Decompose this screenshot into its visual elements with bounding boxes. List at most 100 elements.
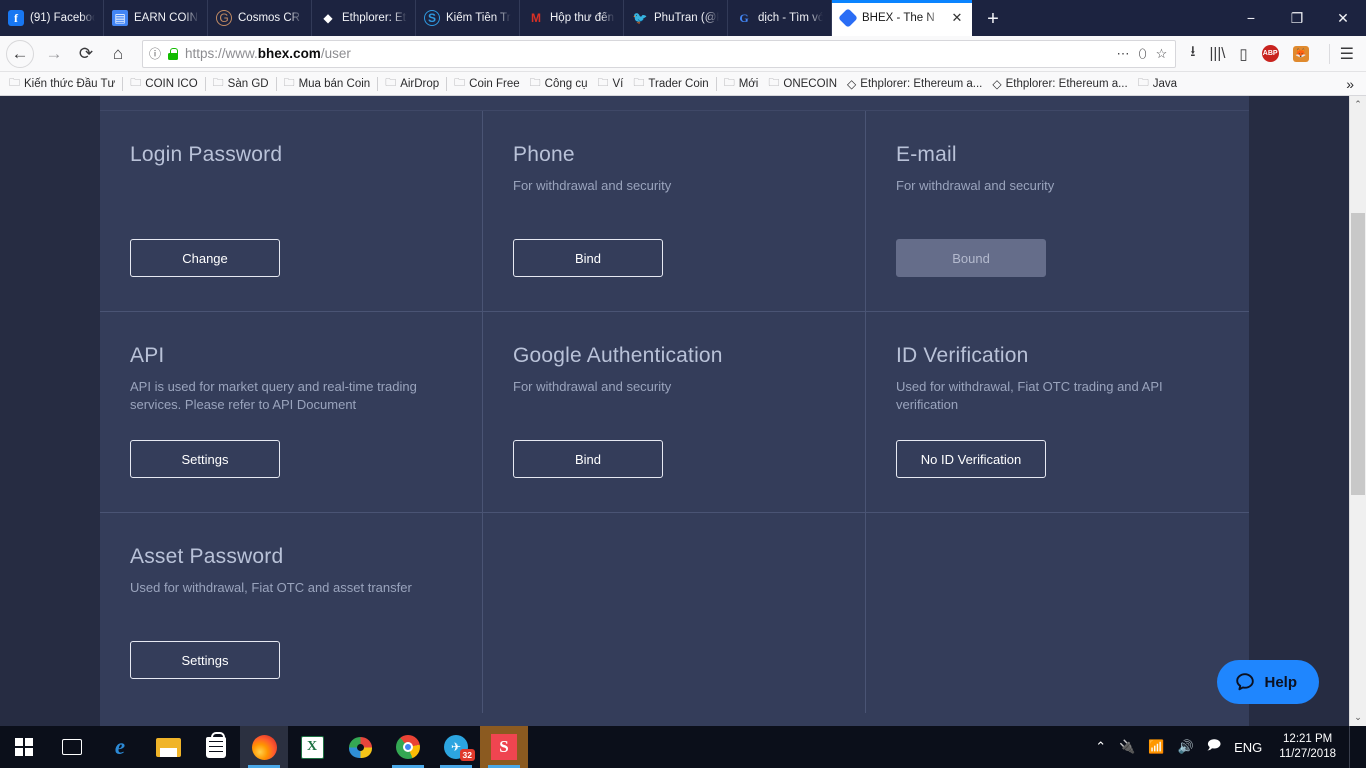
- restore-button[interactable]: ❐: [1274, 0, 1320, 36]
- browser-tab-twitter[interactable]: 🐦 PhuTran (@Phu: [624, 0, 728, 36]
- edge-icon: e: [114, 734, 126, 759]
- scroll-up-icon[interactable]: ⌃: [1350, 96, 1366, 113]
- bookmark-label: AirDrop: [400, 77, 440, 90]
- id-verification-button[interactable]: No ID Verification: [896, 440, 1046, 478]
- bookmarks-overflow-icon[interactable]: »: [1338, 76, 1362, 92]
- store-icon: [206, 731, 226, 758]
- bookmark-item[interactable]: 🗀 Mua bán Coin: [279, 74, 376, 94]
- bookmark-item[interactable]: 🗀 Sàn GD: [208, 74, 274, 94]
- downloads-icon[interactable]: ⭳: [1190, 41, 1195, 66]
- tray-overflow-icon[interactable]: ⌃: [1095, 739, 1106, 755]
- folder-icon: 🗀: [283, 77, 295, 89]
- taskbar-file-explorer[interactable]: [144, 726, 192, 768]
- home-button[interactable]: ⌂: [102, 39, 134, 69]
- bookmark-item[interactable]: 🗀 Java: [1133, 74, 1182, 94]
- change-password-button[interactable]: Change: [130, 239, 280, 277]
- browser-tab-earn-coin-free[interactable]: ▤ EARN COIN FREE: [104, 0, 208, 36]
- folder-icon: 🗀: [633, 77, 645, 89]
- ethereum-icon: ◇: [847, 76, 857, 91]
- card-action: Change: [130, 239, 280, 277]
- taskbar-excel[interactable]: X: [288, 726, 336, 768]
- facebook-icon: f: [8, 10, 24, 26]
- bookmark-item[interactable]: 🗀 Coin Free: [449, 74, 525, 94]
- bookmark-item[interactable]: ◇ Ethplorer: Ethereum a...: [842, 74, 987, 94]
- tab-strip: f (91) Facebook ▤ EARN COIN FREE G Cosmo…: [0, 0, 1366, 36]
- bookmark-item[interactable]: ◇ Ethplorer: Ethereum a...: [987, 74, 1132, 94]
- browser-tab-google-search[interactable]: G dịch - Tìm với G: [728, 0, 832, 36]
- bookmark-item[interactable]: 🗀 Ví: [593, 74, 629, 94]
- bookmark-item[interactable]: 🗀 AirDrop: [380, 74, 444, 94]
- gmail-icon: M: [531, 11, 541, 25]
- taskbar-telegram[interactable]: ✈ 32: [432, 726, 480, 768]
- chrome-icon: [396, 735, 420, 759]
- adblock-plus-icon[interactable]: ABP: [1261, 45, 1279, 62]
- taskbar-chrome[interactable]: [384, 726, 432, 768]
- page-scrollbar[interactable]: ⌃ ⌄: [1349, 96, 1366, 726]
- volume-icon[interactable]: 🔊: [1178, 739, 1194, 755]
- browser-tab-facebook[interactable]: f (91) Facebook: [0, 0, 104, 36]
- window-controls: − ❐ ✕: [1228, 0, 1366, 36]
- bookmark-item[interactable]: 🗀 Kiến thức Đầu Tư: [4, 74, 120, 94]
- browser-tab-kiem-tien[interactable]: S Kiếm Tiền Trên N: [416, 0, 520, 36]
- bookmark-star-icon[interactable]: ☆: [1156, 46, 1168, 62]
- bookmark-item[interactable]: 🗀 COIN ICO: [125, 74, 202, 94]
- reload-button[interactable]: ⟳: [70, 39, 102, 69]
- bookmark-label: Công cụ: [544, 77, 588, 90]
- library-icon[interactable]: |||\: [1210, 45, 1226, 62]
- start-button[interactable]: [0, 726, 48, 768]
- taskbar-edge[interactable]: e: [96, 726, 144, 768]
- sidebar-icon[interactable]: ▯: [1239, 45, 1247, 63]
- site-info-icon[interactable]: ⓘ: [149, 45, 161, 62]
- api-settings-button[interactable]: Settings: [130, 440, 280, 478]
- action-center-icon[interactable]: 🗩: [1207, 736, 1221, 758]
- card-action: No ID Verification: [896, 440, 1046, 478]
- close-icon[interactable]: ✕: [950, 10, 964, 26]
- forward-button[interactable]: →: [38, 39, 70, 69]
- scroll-down-icon[interactable]: ⌄: [1350, 709, 1366, 726]
- wifi-icon[interactable]: 📶: [1148, 739, 1164, 755]
- bind-google-auth-button[interactable]: Bind: [513, 440, 663, 478]
- bookmark-item[interactable]: 🗀 Mới: [719, 74, 764, 94]
- taskbar-s-app[interactable]: S: [480, 726, 528, 768]
- taskbar-firefox[interactable]: [240, 726, 288, 768]
- browser-window: f (91) Facebook ▤ EARN COIN FREE G Cosmo…: [0, 0, 1366, 726]
- bind-phone-button[interactable]: Bind: [513, 239, 663, 277]
- help-widget-button[interactable]: Help: [1217, 660, 1319, 704]
- browser-tab-ethplorer[interactable]: ◆ Ethplorer: Ethere: [312, 0, 416, 36]
- card-action: Bind: [513, 239, 663, 277]
- address-bar-actions: ⋯ ⬯ ☆: [1116, 46, 1169, 62]
- pocket-icon[interactable]: ⬯: [1138, 46, 1146, 62]
- hamburger-menu-icon[interactable]: ☰: [1328, 43, 1354, 64]
- taskbar-clock[interactable]: 12:21 PM 11/27/2018: [1275, 732, 1336, 762]
- bookmark-item[interactable]: 🗀 ONECOIN: [763, 74, 842, 94]
- task-view-button[interactable]: [48, 726, 96, 768]
- page-content: Login Password Change Phone For withdraw…: [0, 96, 1349, 726]
- bookmark-item[interactable]: 🗀 Công cụ: [525, 74, 593, 94]
- browser-tab-gmail[interactable]: M Hộp thư đến (12: [520, 0, 624, 36]
- address-bar[interactable]: ⓘ https://www.bhex.com/user ⋯ ⬯ ☆: [142, 39, 1177, 68]
- taskbar-paint[interactable]: [336, 726, 384, 768]
- close-window-button[interactable]: ✕: [1320, 0, 1366, 36]
- asset-password-settings-button[interactable]: Settings: [130, 641, 280, 679]
- bookmark-item[interactable]: 🗀 Trader Coin: [628, 74, 713, 94]
- language-indicator[interactable]: ENG: [1234, 740, 1262, 755]
- settings-grid: Login Password Change Phone For withdraw…: [100, 111, 1249, 713]
- page-actions-icon[interactable]: ⋯: [1116, 46, 1129, 62]
- taskbar-microsoft-store[interactable]: [192, 726, 240, 768]
- show-desktop-button[interactable]: [1349, 726, 1356, 768]
- separator: [377, 76, 379, 91]
- battery-icon[interactable]: 🔌: [1119, 739, 1135, 755]
- tab-label: dịch - Tìm với G: [758, 12, 823, 24]
- new-tab-button[interactable]: +: [972, 2, 1014, 36]
- minimize-button[interactable]: −: [1228, 0, 1274, 36]
- card-description: Used for withdrawal, Fiat OTC trading an…: [896, 379, 1163, 412]
- windows-logo-icon: [14, 737, 34, 757]
- card-login-password: Login Password Change: [100, 111, 483, 311]
- browser-tab-cosmos[interactable]: G Cosmos CR Aird: [208, 0, 312, 36]
- card-title: Phone: [513, 143, 575, 166]
- back-button[interactable]: ←: [6, 39, 34, 68]
- twitter-icon: 🐦: [632, 11, 648, 25]
- scrollbar-thumb[interactable]: [1351, 213, 1365, 495]
- extension-icon[interactable]: 🦊: [1292, 45, 1309, 62]
- browser-tab-bhex[interactable]: BHEX - The N ✕: [832, 0, 972, 36]
